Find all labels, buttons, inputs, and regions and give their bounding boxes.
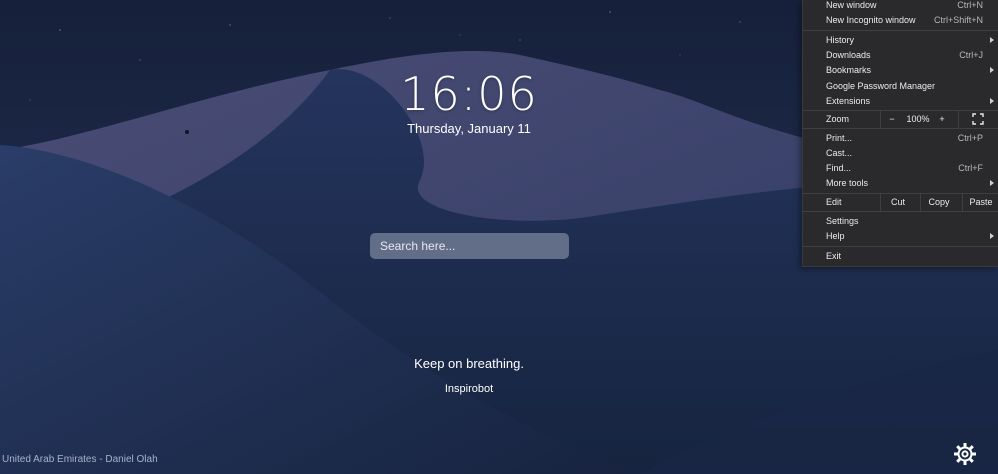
menu-item-shortcut: Ctrl+F (958, 163, 983, 173)
chevron-right-icon (990, 180, 994, 186)
chevron-right-icon (990, 67, 994, 73)
chevron-right-icon (990, 98, 994, 104)
menu-item-downloads[interactable]: Downloads Ctrl+J (803, 48, 998, 62)
gear-icon[interactable] (953, 442, 977, 466)
menu-item-label: Google Password Manager (826, 81, 936, 91)
menu-item-bookmarks[interactable]: Bookmarks (803, 63, 998, 77)
edit-label: Edit (826, 197, 842, 207)
menu-item-shortcut: Ctrl+N (957, 0, 983, 10)
menu-separator (803, 246, 998, 247)
browser-menu: New window Ctrl+N New Incognito window C… (802, 0, 998, 267)
menu-separator (803, 211, 998, 212)
menu-item-shortcut: Ctrl+Shift+N (933, 15, 983, 25)
menu-separator (803, 110, 998, 111)
menu-item-exit[interactable]: Exit (803, 249, 998, 263)
menu-item-new-window[interactable]: New window Ctrl+N (803, 0, 998, 12)
menu-item-shortcut: Ctrl+P (957, 133, 983, 143)
search-input[interactable] (380, 239, 559, 253)
menu-item-shortcut: Ctrl+J (959, 50, 983, 60)
menu-item-find[interactable]: Find... Ctrl+F (803, 161, 998, 175)
menu-item-new-incognito-window[interactable]: New Incognito window Ctrl+Shift+N (803, 13, 998, 27)
menu-item-label: New Incognito window (826, 15, 916, 25)
menu-item-label: Print... (826, 133, 853, 143)
chevron-right-icon (990, 233, 994, 239)
paste-button[interactable]: Paste (963, 195, 998, 209)
quote-author[interactable]: Inspirobot (319, 382, 619, 396)
fullscreen-icon[interactable] (972, 113, 984, 125)
cut-button[interactable]: Cut (881, 195, 915, 209)
menu-divider (958, 111, 959, 128)
menu-item-label: Exit (826, 251, 842, 261)
clock-date: Thursday, January 11 (407, 121, 531, 136)
clock-time: 16:06 (400, 67, 538, 121)
menu-separator (803, 193, 998, 194)
chevron-right-icon (990, 37, 994, 43)
zoom-level: 100% (906, 114, 930, 124)
menu-separator (803, 30, 998, 31)
menu-item-help[interactable]: Help (803, 229, 998, 243)
menu-item-label: Find... (826, 163, 852, 173)
zoom-out-button[interactable]: − (881, 112, 903, 126)
zoom-in-button[interactable]: + (933, 112, 951, 126)
menu-item-label: Bookmarks (826, 65, 872, 75)
menu-item-more-tools[interactable]: More tools (803, 176, 998, 190)
menu-item-cast[interactable]: Cast... (803, 146, 998, 160)
photo-credit[interactable]: United Arab Emirates - Daniel Olah (2, 453, 158, 466)
menu-item-label: More tools (826, 178, 869, 188)
menu-separator (803, 128, 998, 129)
menu-item-label: New window (826, 0, 877, 10)
menu-item-label: Downloads (826, 50, 871, 60)
zoom-label: Zoom (826, 114, 850, 124)
menu-item-history[interactable]: History (803, 33, 998, 47)
menu-item-label: History (826, 35, 855, 45)
menu-item-label: Cast... (826, 148, 853, 158)
menu-item-label: Settings (826, 216, 859, 226)
menu-item-label: Help (826, 231, 845, 241)
menu-item-label: Extensions (826, 96, 871, 106)
search-box[interactable] (370, 233, 569, 259)
menu-item-print[interactable]: Print... Ctrl+P (803, 131, 998, 145)
copy-button[interactable]: Copy (921, 195, 957, 209)
menu-item-password-manager[interactable]: Google Password Manager (803, 79, 998, 93)
menu-item-extensions[interactable]: Extensions (803, 94, 998, 108)
menu-item-settings[interactable]: Settings (803, 214, 998, 228)
quote-text: Keep on breathing. (414, 356, 524, 371)
